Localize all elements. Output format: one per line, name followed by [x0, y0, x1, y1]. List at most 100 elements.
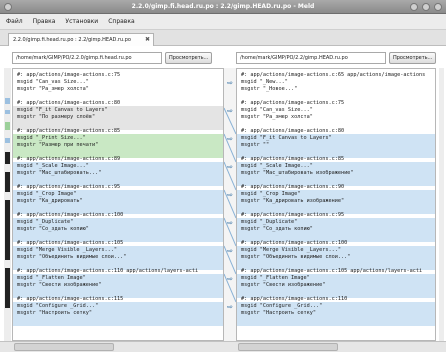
code-line: msgid "Can_vas Size...": [241, 107, 313, 113]
code-line: msgid "_Crop Image": [241, 191, 301, 197]
code-line: msgid "_Flatten Image": [241, 275, 310, 281]
code-line: msgid "F_it Canvas to Layers": [241, 135, 332, 141]
code-line: msgstr "Со_здать копию": [241, 226, 313, 232]
code-line: msgid "_Print Size...": [17, 135, 86, 141]
merge-arrow-icon[interactable]: ⇨: [224, 220, 236, 227]
left-overview-map[interactable]: [4, 68, 11, 341]
left-text-pane[interactable]: #: app/actions/image-actions.c:75 msgid "…: [12, 68, 224, 341]
code-line: #: app/actions/image-actions.c:89: [17, 156, 121, 162]
right-browse-button[interactable]: Просмотреть...: [389, 52, 437, 64]
tab-close-icon[interactable]: ✖: [145, 36, 150, 43]
minimize-icon[interactable]: [410, 3, 418, 11]
code-line: msgstr "Со_здать копию": [17, 226, 89, 232]
code-line: msgstr "Мас_штабировать изображение": [241, 170, 354, 176]
merge-arrow-icon[interactable]: ⇨: [224, 164, 236, 171]
maximize-icon[interactable]: [422, 3, 430, 11]
code-line: msgstr "Ра_змер холста": [241, 114, 313, 120]
code-line: msgid "Configure _Grid...": [241, 303, 323, 309]
right-text-pane[interactable]: #: app/actions/image-actions.c:65 app/ac…: [236, 68, 436, 341]
code-line: msgstr "_Новое...": [241, 86, 298, 92]
code-line: #: app/actions/image-actions.c:100: [17, 212, 124, 218]
code-line: msgid "Configure _Grid...": [17, 303, 99, 309]
code-line: msgstr "Свести изображение": [241, 282, 326, 288]
code-line: msgid "_Crop Image": [17, 191, 77, 197]
menu-bar: Файл Правка Установки Справка: [0, 14, 446, 30]
code-line: #: app/actions/image-actions.c:110 app/a…: [17, 268, 199, 274]
code-line: msgid "_Flatten Image": [17, 275, 86, 281]
code-line: #: app/actions/image-actions.c:95: [17, 184, 121, 190]
code-line: msgid "_New...": [241, 79, 288, 85]
code-line: msgstr "Размер при печати": [17, 142, 99, 148]
code-line: #: app/actions/image-actions.c:95: [241, 212, 345, 218]
merge-arrow-icon[interactable]: ⇨: [224, 248, 236, 255]
left-browse-button[interactable]: Просмотреть...: [165, 52, 213, 64]
code-line: msgstr "Ка_дрировать": [17, 198, 83, 204]
code-line: msgstr "По размеру слоёв": [17, 114, 96, 120]
menu-help[interactable]: Справка: [108, 18, 134, 25]
code-line: msgstr "Объединить видимые слои...": [17, 254, 127, 260]
menu-settings[interactable]: Установки: [65, 18, 98, 25]
right-path-bar: /home/mark/GIMP/PO/2.2/gimp.HEAD.ru.po П…: [236, 52, 437, 65]
code-line: #: app/actions/image-actions.c:85: [17, 128, 121, 134]
overview-marker: [5, 268, 10, 308]
overview-marker: [5, 200, 10, 260]
left-horizontal-scrollbar[interactable]: [14, 343, 114, 351]
overview-marker: [5, 138, 10, 143]
code-line: msgid "_Duplicate": [17, 219, 74, 225]
code-line: #: app/actions/image-actions.c:110: [241, 296, 348, 302]
window-titlebar[interactable]: 2.2.0/gimp.fi.head.ru.po : 2.2/gimp.HEAD…: [0, 0, 446, 14]
code-line: #: app/actions/image-actions.c:65 app/ac…: [241, 72, 426, 78]
close-icon[interactable]: [434, 3, 442, 11]
overview-marker: [5, 152, 10, 164]
overview-marker: [5, 122, 10, 130]
code-line: msgid "Can_vas Size...": [17, 79, 89, 85]
merge-arrow-icon[interactable]: ⇨: [224, 80, 236, 87]
code-line: msgid "_Scale Image...": [241, 163, 313, 169]
code-line: msgstr "Мас_штабировать...": [17, 170, 102, 176]
merge-arrow-icon[interactable]: ⇨: [224, 136, 236, 143]
status-bar: [0, 341, 446, 352]
code-line: msgstr "Свести изображение": [17, 282, 102, 288]
merge-arrow-icon[interactable]: ⇨: [224, 108, 236, 115]
left-path-bar: /home/mark/GIMP/PO/2.2.0/gimp.fi.head.ru…: [12, 52, 213, 65]
code-line: #: app/actions/image-actions.c:90: [241, 184, 345, 190]
code-line: msgid "Merge Visible _Layers...": [17, 247, 117, 253]
menu-file[interactable]: Файл: [6, 18, 23, 25]
code-line: msgstr "": [241, 142, 270, 148]
code-line: #: app/actions/image-actions.c:105: [17, 240, 124, 246]
code-line: #: app/actions/image-actions.c:85: [241, 156, 345, 162]
code-line: #: app/actions/image-actions.c:105 app/a…: [241, 268, 423, 274]
merge-arrow-icon[interactable]: ⇨: [224, 304, 236, 311]
code-line: msgstr "Ка_дрировать изображение": [241, 198, 345, 204]
code-line: #: app/actions/image-actions.c:80: [17, 100, 121, 106]
code-line: #: app/actions/image-actions.c:115: [17, 296, 124, 302]
code-line: msgid "Merge Visible _Layers...": [241, 247, 341, 253]
left-file-path-input[interactable]: /home/mark/GIMP/PO/2.2.0/gimp.fi.head.ru…: [12, 52, 162, 64]
right-horizontal-scrollbar[interactable]: [238, 343, 338, 351]
code-line: #: app/actions/image-actions.c:75: [241, 100, 345, 106]
right-file-path-input[interactable]: /home/mark/GIMP/PO/2.2/gimp.HEAD.ru.po: [236, 52, 386, 64]
code-line: msgstr "Настроить сетку": [241, 310, 316, 316]
code-line: #: app/actions/image-actions.c:75: [17, 72, 121, 78]
overview-marker: [5, 172, 10, 192]
tab-label: 2.2.0/gimp.fi.head.ru.po : 2.2/gimp.HEAD…: [13, 37, 131, 43]
tab-comparison[interactable]: 2.2.0/gimp.fi.head.ru.po : 2.2/gimp.HEAD…: [8, 33, 154, 46]
menu-edit[interactable]: Правка: [33, 18, 56, 25]
merge-arrow-icon[interactable]: ⇨: [224, 276, 236, 283]
merge-arrow-icon[interactable]: ⇨: [224, 192, 236, 199]
right-overview-map[interactable]: [439, 68, 444, 341]
overview-marker: [5, 110, 10, 114]
code-line: msgid "F_it Canvas to Layers": [17, 107, 108, 113]
